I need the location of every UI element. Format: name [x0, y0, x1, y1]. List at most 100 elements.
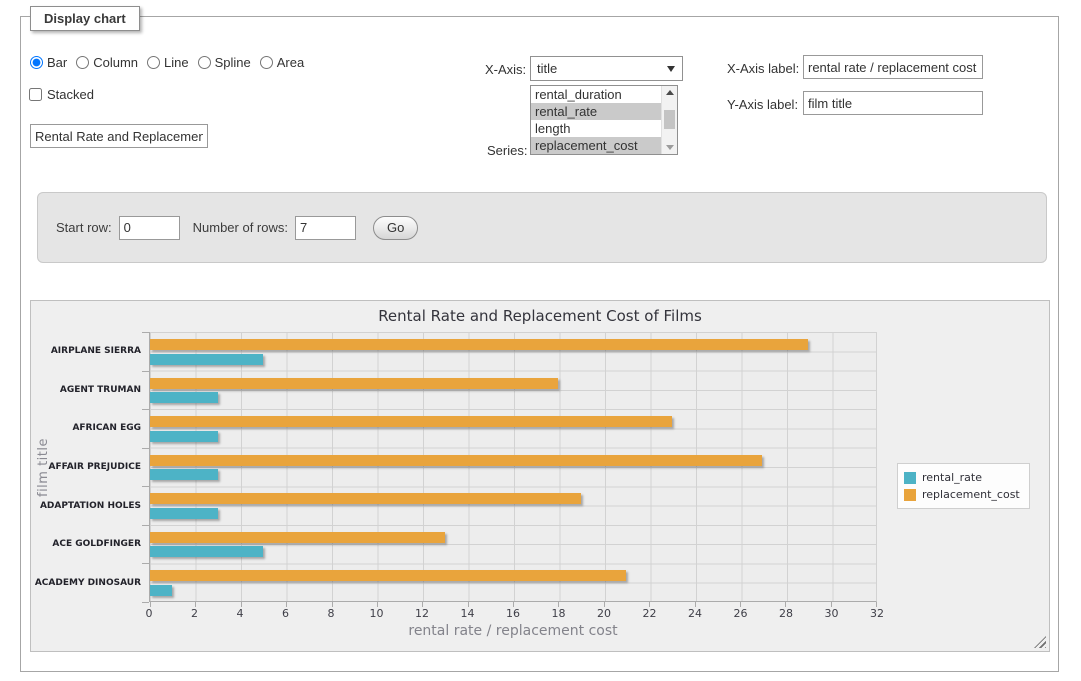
bar-replacement_cost — [150, 493, 581, 504]
go-button[interactable]: Go — [373, 216, 418, 240]
x-axis-tick-label: 32 — [870, 607, 884, 620]
x-axis-selected-value: title — [537, 61, 557, 76]
chart-x-tick-labels: 02468101214161820222426283032 — [149, 607, 877, 621]
series-option-replacement_cost[interactable]: replacement_cost — [531, 137, 661, 154]
series-option-rental_duration[interactable]: rental_duration — [531, 86, 661, 103]
chevron-down-icon — [667, 66, 675, 72]
category-label: AFFAIR PREJUDICE — [31, 448, 141, 487]
bar-replacement_cost — [150, 532, 445, 543]
chart-type-option-bar[interactable]: Bar — [30, 55, 67, 70]
y-axis-tick — [142, 602, 149, 603]
chart-type-option-label: Line — [164, 55, 189, 70]
bar-rental_rate — [150, 392, 218, 403]
chart-type-radio-line[interactable] — [147, 56, 160, 69]
series-scrollbar[interactable] — [661, 86, 677, 154]
y-axis-tick — [142, 525, 149, 526]
stacked-row: Stacked — [29, 87, 94, 102]
y-axis-tick — [142, 563, 149, 564]
chart-container: Rental Rate and Replacement Cost of Film… — [30, 300, 1050, 652]
category-label: ADAPTATION HOLES — [31, 486, 141, 525]
chart-type-option-spline[interactable]: Spline — [198, 55, 251, 70]
start-row-caption: Start row: — [56, 220, 112, 235]
bar-replacement_cost — [150, 339, 808, 350]
category-label: AGENT TRUMAN — [31, 371, 141, 410]
chart-plot-area — [149, 332, 877, 602]
category-label: AIRPLANE SIERRA — [31, 332, 141, 371]
y-axis-tick — [142, 448, 149, 449]
legend-label: rental_rate — [922, 471, 982, 484]
bar-replacement_cost — [150, 570, 626, 581]
chart-x-axis-title: rental rate / replacement cost — [149, 623, 877, 639]
row-controls: Start row: Number of rows: Go — [56, 193, 418, 262]
x-axis-tick-label: 8 — [328, 607, 335, 620]
bar-rental_rate — [150, 354, 263, 365]
chart-type-option-label: Column — [93, 55, 138, 70]
y-axis-tick — [142, 371, 149, 372]
arrow-down-icon — [666, 145, 674, 150]
y-axis-label-input[interactable] — [803, 91, 983, 115]
page: Display chart Bar Column Line Spline Area St… — [0, 0, 1081, 681]
stacked-label: Stacked — [47, 87, 94, 102]
category-label: AFRICAN EGG — [31, 409, 141, 448]
x-axis-select-caption: X-Axis: — [485, 62, 526, 77]
x-axis-label-caption: X-Axis label: — [727, 61, 799, 76]
x-axis-tick-label: 26 — [734, 607, 748, 620]
chart-type-radio-bar[interactable] — [30, 56, 43, 69]
category-label: ACADEMY DINOSAUR — [31, 563, 141, 602]
x-axis-tick-label: 0 — [146, 607, 153, 620]
legend-item-rental_rate[interactable]: rental_rate — [904, 471, 1020, 484]
chart-title: Rental Rate and Replacement Cost of Film… — [31, 307, 1049, 325]
x-axis-tick-label: 6 — [282, 607, 289, 620]
x-axis-tick-label: 18 — [552, 607, 566, 620]
x-axis-select[interactable]: title — [530, 56, 683, 81]
series-option-rental_rate[interactable]: rental_rate — [531, 103, 661, 120]
legend-label: replacement_cost — [922, 488, 1020, 501]
row-controls-panel: Start row: Number of rows: Go — [37, 192, 1047, 263]
chart-type-option-label: Spline — [215, 55, 251, 70]
bar-rental_rate — [150, 469, 218, 480]
bar-rental_rate — [150, 546, 263, 557]
number-of-rows-caption: Number of rows: — [193, 220, 288, 235]
chart-type-radio-column[interactable] — [76, 56, 89, 69]
start-row-input[interactable] — [119, 216, 180, 240]
x-axis-tick-label: 12 — [415, 607, 429, 620]
y-axis-label-caption: Y-Axis label: — [727, 97, 798, 112]
y-axis-tick — [142, 486, 149, 487]
arrow-up-icon — [666, 90, 674, 95]
scroll-up-button[interactable] — [662, 86, 677, 99]
y-axis-tick — [142, 332, 149, 333]
bar-rental_rate — [150, 431, 218, 442]
x-axis-tick-label: 20 — [597, 607, 611, 620]
y-axis-tick — [142, 409, 149, 410]
bar-rental_rate — [150, 508, 218, 519]
chart-type-option-line[interactable]: Line — [147, 55, 189, 70]
x-axis-tick-label: 30 — [825, 607, 839, 620]
x-axis-label-input[interactable] — [803, 55, 983, 79]
chart-type-radio-area[interactable] — [260, 56, 273, 69]
x-axis-tick-label: 24 — [688, 607, 702, 620]
legend-item-replacement_cost[interactable]: replacement_cost — [904, 488, 1020, 501]
x-axis-tick-label: 14 — [461, 607, 475, 620]
chart-type-group: Bar Column Line Spline Area — [30, 55, 313, 70]
stacked-checkbox[interactable] — [29, 88, 42, 101]
resize-handle-icon[interactable] — [1034, 636, 1046, 648]
series-select-caption: Series: — [487, 143, 527, 158]
x-axis-tick-label: 2 — [191, 607, 198, 620]
x-axis-tick-label: 4 — [237, 607, 244, 620]
chart-title-input[interactable] — [30, 124, 208, 148]
bar-replacement_cost — [150, 416, 672, 427]
scrollbar-thumb[interactable] — [664, 110, 675, 129]
series-option-length[interactable]: length — [531, 120, 661, 137]
chart-legend: rental_rate replacement_cost — [897, 463, 1030, 509]
fieldset-legend: Display chart — [30, 6, 140, 31]
x-axis-tick-label: 16 — [506, 607, 520, 620]
chart-type-radio-spline[interactable] — [198, 56, 211, 69]
chart-type-option-area[interactable]: Area — [260, 55, 304, 70]
chart-type-option-column[interactable]: Column — [76, 55, 138, 70]
number-of-rows-input[interactable] — [295, 216, 356, 240]
scrollbar-track[interactable] — [662, 99, 677, 141]
scroll-down-button[interactable] — [662, 141, 677, 154]
series-multiselect[interactable]: rental_durationrental_ratelengthreplacem… — [530, 85, 678, 155]
category-label: ACE GOLDFINGER — [31, 525, 141, 564]
chart-type-option-label: Area — [277, 55, 304, 70]
